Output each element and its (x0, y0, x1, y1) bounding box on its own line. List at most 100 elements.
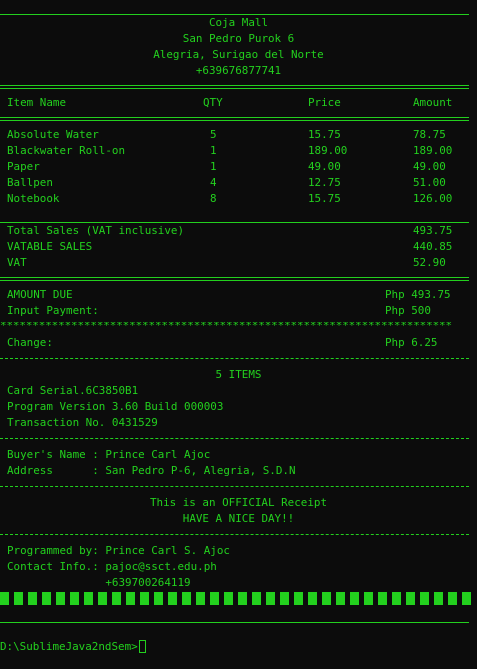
buyer-address-text: Address : San Pedro P-6, Alegria, S.D.N (7, 464, 296, 477)
command-prompt[interactable]: D:\SublimeJava2ndSem> (0, 639, 477, 655)
table-row: Notebook 8 15.75 126.00 (0, 191, 477, 207)
block-segment (98, 592, 107, 605)
table-row: Ballpen 4 12.75 51.00 (0, 175, 477, 191)
program-version: Program Version 3.60 Build 000003 (0, 399, 477, 415)
console-window[interactable]: Coja Mall San Pedro Purok 6 Alegria, Sur… (0, 0, 477, 669)
block-segment (364, 592, 373, 605)
transaction-number: Transaction No. 0431529 (0, 415, 477, 431)
total-sales-label: Total Sales (VAT inclusive) (7, 224, 185, 237)
vatable-label: VATABLE SALES (7, 240, 93, 253)
block-separator (0, 592, 472, 605)
block-segment (210, 592, 219, 605)
item-amount: 189.00 (413, 144, 453, 157)
prompt-line: D:\SublimeJava2ndSem> (0, 639, 146, 655)
double-rule (0, 117, 469, 121)
item-qty: 8 (210, 192, 217, 205)
vat-label: VAT (7, 256, 27, 269)
block-segment (28, 592, 37, 605)
header-amount: Amount (413, 96, 453, 109)
dashed-rule (0, 486, 469, 487)
item-price: 12.75 (308, 176, 341, 189)
item-price: 15.75 (308, 192, 341, 205)
block-segment (112, 592, 121, 605)
item-price: 49.00 (308, 160, 341, 173)
block-segment (84, 592, 93, 605)
table-row: Paper 1 49.00 49.00 (0, 159, 477, 175)
amount-due-value: Php 493.75 (385, 288, 451, 301)
contact-phone-text: +639700264119 (7, 576, 191, 589)
item-price: 189.00 (308, 144, 348, 157)
block-segment (154, 592, 163, 605)
block-segment (42, 592, 51, 605)
block-segment (182, 592, 191, 605)
block-segment (196, 592, 205, 605)
programmed-by: Programmed by: Prince Carl S. Ajoc (0, 543, 477, 559)
block-segment (70, 592, 79, 605)
vatable-value: 440.85 (413, 240, 453, 253)
block-segment (224, 592, 233, 605)
official-receipt-text: This is an OFFICIAL Receipt (149, 496, 328, 509)
block-segment (462, 592, 471, 605)
amount-due-label: AMOUNT DUE (7, 288, 73, 301)
buyer-name-text: Buyer's Name : Prince Carl Ajoc (7, 448, 211, 461)
block-segment (14, 592, 23, 605)
change-label: Change: (7, 336, 53, 349)
item-qty: 1 (210, 144, 217, 157)
double-rule (0, 85, 469, 89)
block-segment (434, 592, 443, 605)
block-segment (252, 592, 261, 605)
header-qty: QTY (203, 96, 223, 109)
item-name: Paper (7, 160, 40, 173)
vat-line: VAT 52.90 (0, 255, 477, 271)
table-row: Blackwater Roll-on 1 189.00 189.00 (0, 143, 477, 159)
bottom-rule (0, 622, 469, 623)
table-row: Absolute Water 5 15.75 78.75 (0, 127, 477, 143)
block-segment (448, 592, 457, 605)
transaction-number-text: Transaction No. 0431529 (7, 416, 158, 429)
header-price: Price (308, 96, 341, 109)
item-qty: 5 (210, 128, 217, 141)
table-header: Item Name QTY Price Amount (0, 95, 477, 111)
program-version-text: Program Version 3.60 Build 000003 (7, 400, 224, 413)
item-amount: 78.75 (413, 128, 446, 141)
item-name: Notebook (7, 192, 60, 205)
block-segment (266, 592, 275, 605)
prompt-path: D:\SublimeJava2ndSem> (0, 640, 138, 653)
item-amount: 51.00 (413, 176, 446, 189)
store-phone: +639676877741 (195, 64, 282, 77)
block-segment (126, 592, 135, 605)
store-street: San Pedro Purok 6 (182, 32, 295, 45)
dashed-rule (0, 358, 469, 359)
item-qty: 1 (210, 160, 217, 173)
block-segment (140, 592, 149, 605)
store-city: Alegria, Surigao del Norte (153, 48, 324, 61)
programmed-by-text: Programmed by: Prince Carl S. Ajoc (7, 544, 230, 557)
block-segment (406, 592, 415, 605)
total-sales-value: 493.75 (413, 224, 453, 237)
block-segment (308, 592, 317, 605)
block-segment (420, 592, 429, 605)
item-qty: 4 (210, 176, 217, 189)
input-payment-label: Input Payment: (7, 304, 99, 317)
item-amount: 126.00 (413, 192, 453, 205)
card-serial-text: Card Serial.6C3850B1 (7, 384, 139, 397)
input-payment-line: Input Payment: Php 500 (0, 303, 477, 319)
block-segment (56, 592, 65, 605)
block-segment (322, 592, 331, 605)
block-segment (378, 592, 387, 605)
double-rule (0, 277, 469, 281)
input-payment-value: Php 500 (385, 304, 431, 317)
items-count: 5 ITEMS (215, 368, 262, 381)
greeting-text: HAVE A NICE DAY!! (182, 512, 295, 525)
header-item-name: Item Name (7, 96, 67, 109)
contact-info-text: Contact Info.: pajoc@ssct.edu.ph (7, 560, 217, 573)
asterisk-rule: ****************************************… (0, 322, 452, 330)
item-name: Absolute Water (7, 128, 99, 141)
buyer-address: Address : San Pedro P-6, Alegria, S.D.N (0, 463, 477, 479)
block-segment (168, 592, 177, 605)
block-segment (294, 592, 303, 605)
store-name: Coja Mall (208, 16, 268, 29)
total-sales-line: Total Sales (VAT inclusive) 493.75 (0, 223, 477, 239)
amount-due-line: AMOUNT DUE Php 493.75 (0, 287, 477, 303)
block-segment (0, 592, 9, 605)
